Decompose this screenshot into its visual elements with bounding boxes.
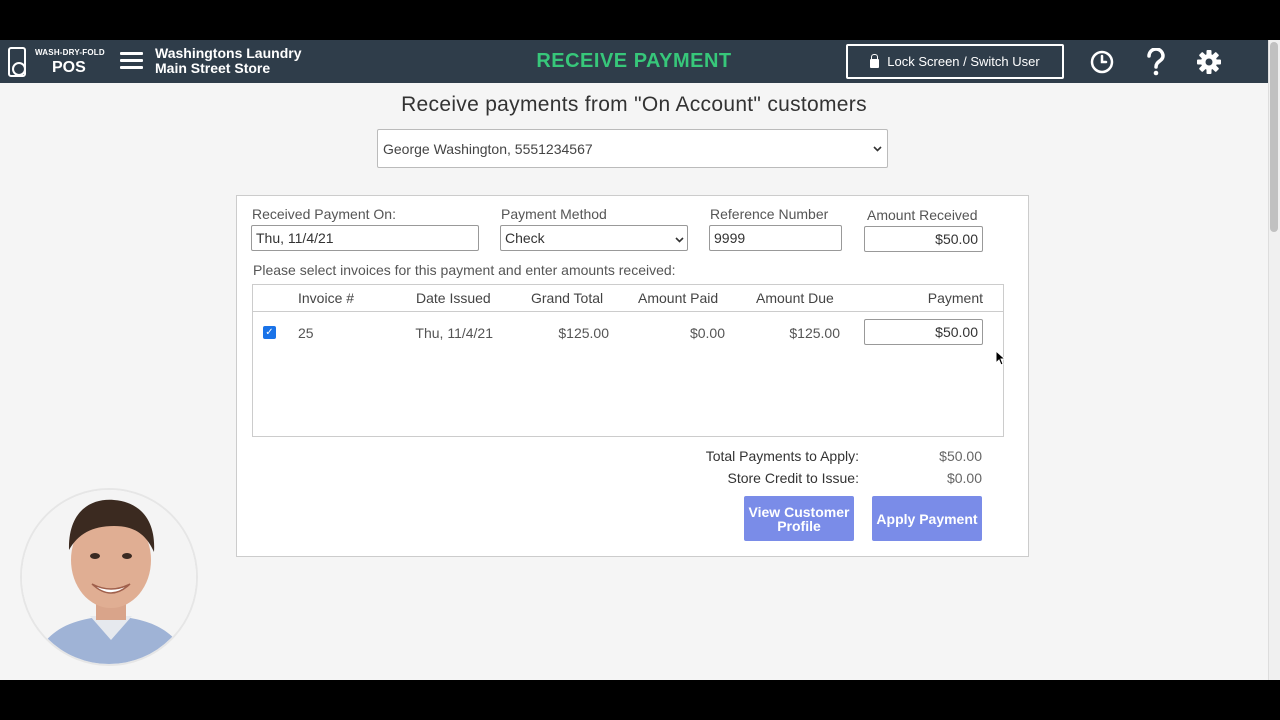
invoice-checkbox[interactable]: ✓: [263, 326, 276, 339]
invoices-table: Invoice # Date Issued Grand Total Amount…: [252, 284, 1004, 437]
top-bar: WASH-DRY-FOLD POS Washingtons Laundry Ma…: [0, 40, 1268, 83]
amount-received-label: Amount Received: [867, 207, 978, 223]
table-header: Invoice # Date Issued Grand Total Amount…: [253, 285, 1003, 312]
reference-number-label: Reference Number: [710, 206, 829, 222]
store-line-2: Main Street Store: [155, 60, 271, 76]
store-name: Washingtons Laundry Main Street Store: [155, 46, 301, 76]
menu-icon[interactable]: [120, 51, 143, 71]
presenter-webcam: [20, 488, 198, 666]
brand-big: POS: [52, 59, 86, 76]
payment-method-value: Check: [505, 230, 545, 246]
chevron-down-icon: [675, 230, 684, 246]
customer-select-value: George Washington, 5551234567: [383, 140, 593, 157]
clock-icon[interactable]: [1088, 48, 1116, 76]
scrollbar-thumb[interactable]: [1270, 42, 1278, 232]
col-payment: Payment: [927, 290, 983, 306]
mouse-cursor-icon: [995, 349, 1007, 371]
cell-amount-due: $125.00: [789, 325, 840, 341]
payment-panel: Received Payment On: Thu, 11/4/21 Paymen…: [236, 195, 1029, 557]
cell-date-issued: Thu, 11/4/21: [415, 325, 493, 341]
cell-grand-total: $125.00: [558, 325, 609, 341]
washer-icon: [8, 47, 26, 77]
brand-small: WASH-DRY-FOLD: [35, 48, 105, 57]
total-payments-value: $50.00: [939, 448, 982, 464]
total-payments-label: Total Payments to Apply:: [705, 448, 859, 464]
app-window: WASH-DRY-FOLD POS Washingtons Laundry Ma…: [0, 40, 1280, 680]
app-logo: WASH-DRY-FOLD POS: [8, 45, 108, 79]
apply-payment-button[interactable]: Apply Payment: [872, 496, 982, 541]
instructions-text: Please select invoices for this payment …: [253, 262, 676, 278]
help-icon[interactable]: [1142, 48, 1170, 76]
page-heading: Receive payments from "On Account" custo…: [401, 93, 867, 116]
col-grand-total: Grand Total: [531, 290, 604, 306]
payment-amount-input[interactable]: $50.00: [864, 319, 983, 345]
col-invoice: Invoice #: [298, 290, 355, 306]
store-credit-label: Store Credit to Issue:: [727, 470, 859, 486]
cell-amount-paid: $0.00: [689, 325, 725, 341]
amount-received-input[interactable]: $50.00: [864, 226, 983, 252]
lock-screen-label: Lock Screen / Switch User: [887, 54, 1040, 69]
col-date-issued: Date Issued: [416, 290, 491, 306]
lock-icon: [870, 54, 880, 68]
received-on-label: Received Payment On:: [252, 206, 396, 222]
chevron-down-icon: [873, 143, 882, 155]
page-scrollbar[interactable]: [1268, 40, 1280, 680]
store-line-1: Washingtons Laundry: [155, 45, 302, 61]
store-credit-value: $0.00: [946, 470, 982, 486]
customer-select[interactable]: George Washington, 5551234567: [377, 129, 888, 168]
col-amount-paid: Amount Paid: [638, 290, 719, 306]
received-on-input[interactable]: Thu, 11/4/21: [251, 225, 479, 251]
cell-invoice: 25: [298, 325, 314, 341]
lock-screen-button[interactable]: Lock Screen / Switch User: [846, 44, 1064, 79]
view-customer-profile-button[interactable]: View Customer Profile: [744, 496, 854, 541]
payment-method-label: Payment Method: [501, 206, 607, 222]
col-amount-due: Amount Due: [756, 290, 834, 306]
reference-number-input[interactable]: 9999: [709, 225, 842, 251]
gear-icon[interactable]: [1195, 48, 1223, 76]
payment-method-select[interactable]: Check: [500, 225, 688, 251]
